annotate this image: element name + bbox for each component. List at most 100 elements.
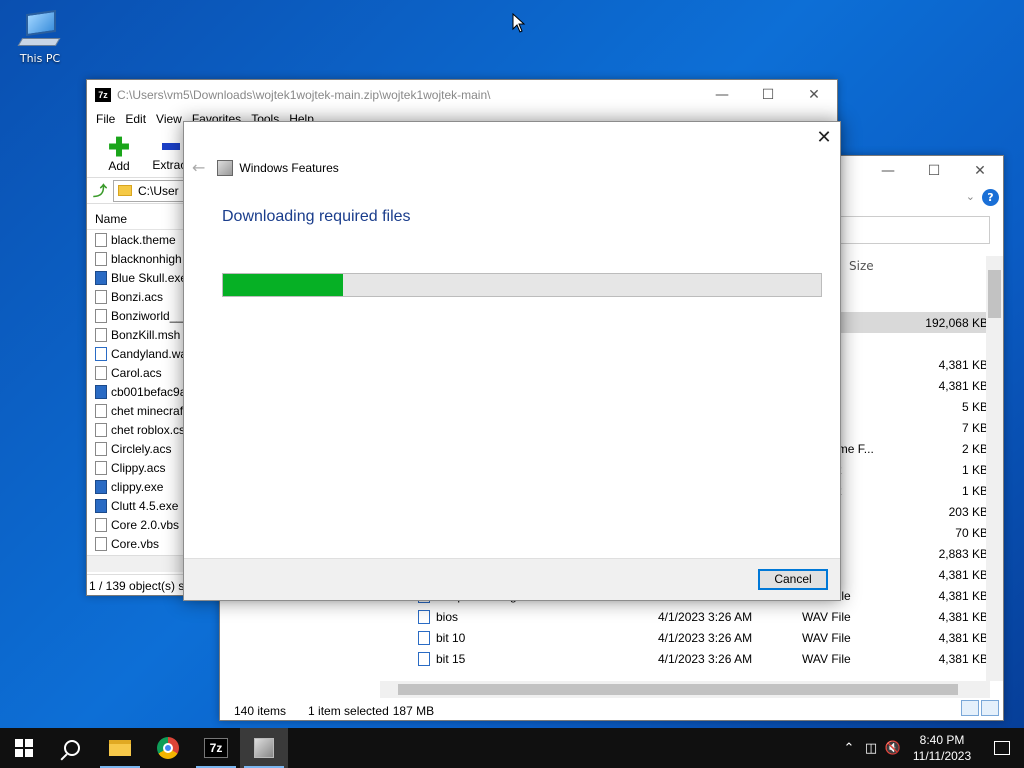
search-icon: [64, 740, 80, 756]
menu-item-file[interactable]: File: [91, 110, 120, 130]
file-name: bios: [418, 609, 459, 624]
close-button[interactable]: ✕: [791, 80, 837, 110]
taskbar-windows-features[interactable]: [240, 728, 288, 768]
clock[interactable]: 8:40 PM 11/11/2023: [904, 732, 980, 764]
horizontal-scrollbar[interactable]: [380, 681, 990, 698]
chevron-down-icon[interactable]: ⌄: [966, 190, 975, 203]
file-size: 203 KB: [948, 504, 988, 519]
windows-features-dialog: ✕ ← Windows Features Downloading require…: [183, 121, 841, 601]
network-icon[interactable]: ◫: [860, 741, 882, 756]
file-name: Clippy.acs: [111, 460, 166, 475]
file-size: 4,381 KB: [938, 609, 988, 624]
file-icon: [95, 308, 107, 323]
selected-size: 187 MB: [392, 704, 435, 718]
title-bar[interactable]: 7z C:\Users\vm5\Downloads\wojtek1wojtek-…: [87, 80, 837, 110]
file-name: blacknonhigh: [111, 251, 182, 266]
windows-features-icon: [217, 159, 234, 176]
file-name: chet minecraf: [111, 403, 184, 418]
file-explorer-icon: [109, 740, 131, 756]
status-bar: 140 items 1 item selected 187 MB: [220, 700, 1003, 722]
file-size: 4,381 KB: [938, 630, 988, 645]
file-size: 5 KB: [961, 399, 988, 414]
maximize-button[interactable]: ☐: [911, 156, 957, 186]
file-size: 4,381 KB: [938, 357, 988, 372]
windows-features-icon: [254, 738, 274, 758]
computer-icon: [17, 8, 62, 50]
file-size: 4,381 KB: [938, 567, 988, 582]
exe-file-icon: [95, 384, 107, 399]
file-name: Core 2.0.vbs: [111, 517, 180, 532]
file-icon: [95, 289, 107, 304]
large-icons-view-button[interactable]: [981, 700, 999, 716]
minimize-button[interactable]: —: [865, 156, 911, 186]
file-size: 1 KB: [961, 462, 988, 477]
item-count: 140 items: [234, 704, 287, 718]
system-tray: ⌃ ◫ 🔇 8:40 PM 11/11/2023: [838, 728, 1024, 768]
file-type: WAV File: [802, 630, 851, 645]
file-name: Circlely.acs: [111, 441, 172, 456]
file-name: bit 10: [418, 630, 466, 645]
script-file-icon: [95, 536, 107, 551]
start-button[interactable]: [0, 728, 48, 768]
file-icon: [95, 441, 107, 456]
cancel-button[interactable]: Cancel: [758, 569, 828, 590]
7zip-icon: 7z: [204, 738, 228, 758]
dialog-title: Windows Features: [239, 160, 339, 175]
taskbar-chrome[interactable]: [144, 728, 192, 768]
file-icon: [95, 327, 107, 342]
window-title: C:\Users\vm5\Downloads\wojtek1wojtek-mai…: [117, 88, 491, 102]
search-input[interactable]: [830, 216, 990, 244]
details-view-button[interactable]: [961, 700, 979, 716]
folder-icon: [118, 185, 132, 196]
up-folder-icon[interactable]: ⤴: [93, 181, 107, 201]
minimize-button[interactable]: —: [699, 80, 745, 110]
column-header-size[interactable]: Size: [840, 256, 990, 282]
taskbar-7zip[interactable]: 7z: [192, 728, 240, 768]
menu-item-edit[interactable]: Edit: [120, 110, 151, 130]
file-name: Core.vbs: [111, 536, 160, 551]
file-size: 2,883 KB: [938, 546, 988, 561]
notification-icon: [994, 741, 1010, 755]
notification-button[interactable]: [980, 741, 1024, 755]
dialog-footer: Cancel: [184, 558, 840, 600]
taskbar: 7z ⌃ ◫ 🔇 8:40 PM 11/11/2023: [0, 728, 1024, 768]
taskbar-file-explorer[interactable]: [96, 728, 144, 768]
exe-file-icon: [95, 270, 107, 285]
date-modified: 4/1/2023 3:26 AM: [658, 609, 753, 624]
7zip-icon: 7z: [95, 88, 111, 102]
wav-file-icon: [418, 651, 430, 666]
help-icon[interactable]: ?: [982, 189, 999, 206]
add-button[interactable]: ✚ Add: [93, 130, 145, 177]
search-button[interactable]: [48, 728, 96, 768]
menu-item-view[interactable]: View: [151, 110, 187, 130]
table-row[interactable]: bit 15 4/1/2023 3:26 AM WAV File 4,381 KB: [380, 648, 990, 669]
close-button[interactable]: ✕: [957, 156, 1003, 186]
file-type: WAV File: [802, 651, 851, 666]
status-heading: Downloading required files: [222, 208, 411, 225]
file-name-text: bit 10: [436, 630, 466, 645]
file-icon: [95, 422, 107, 437]
file-name: Blue Skull.exe: [111, 270, 188, 285]
wav-file-icon: [418, 609, 430, 624]
file-icon: [95, 403, 107, 418]
file-size: 70 KB: [955, 525, 988, 540]
wav-file-icon: [418, 630, 430, 645]
back-arrow-icon[interactable]: ←: [192, 158, 205, 177]
vertical-scrollbar[interactable]: [986, 256, 1003, 681]
file-name: Bonzi.acs: [111, 289, 164, 304]
file-size: 4,381 KB: [938, 588, 988, 603]
date-modified: 4/1/2023 3:26 AM: [658, 651, 753, 666]
this-pc-desktop-icon[interactable]: This PC: [12, 8, 68, 65]
close-button[interactable]: ✕: [812, 126, 836, 150]
table-row[interactable]: bit 10 4/1/2023 3:26 AM WAV File 4,381 KB: [380, 627, 990, 648]
maximize-button[interactable]: ☐: [745, 80, 791, 110]
volume-muted-icon[interactable]: 🔇: [882, 741, 904, 756]
this-pc-label: This PC: [19, 52, 61, 65]
file-name: Clutt 4.5.exe: [111, 498, 179, 513]
theme-file-icon: [95, 251, 107, 266]
file-name-text: bios: [436, 609, 459, 624]
add-label: Add: [108, 158, 130, 173]
file-icon: [95, 365, 107, 380]
chevron-up-icon[interactable]: ⌃: [838, 741, 860, 756]
table-row[interactable]: bios 4/1/2023 3:26 AM WAV File 4,381 KB: [380, 606, 990, 627]
